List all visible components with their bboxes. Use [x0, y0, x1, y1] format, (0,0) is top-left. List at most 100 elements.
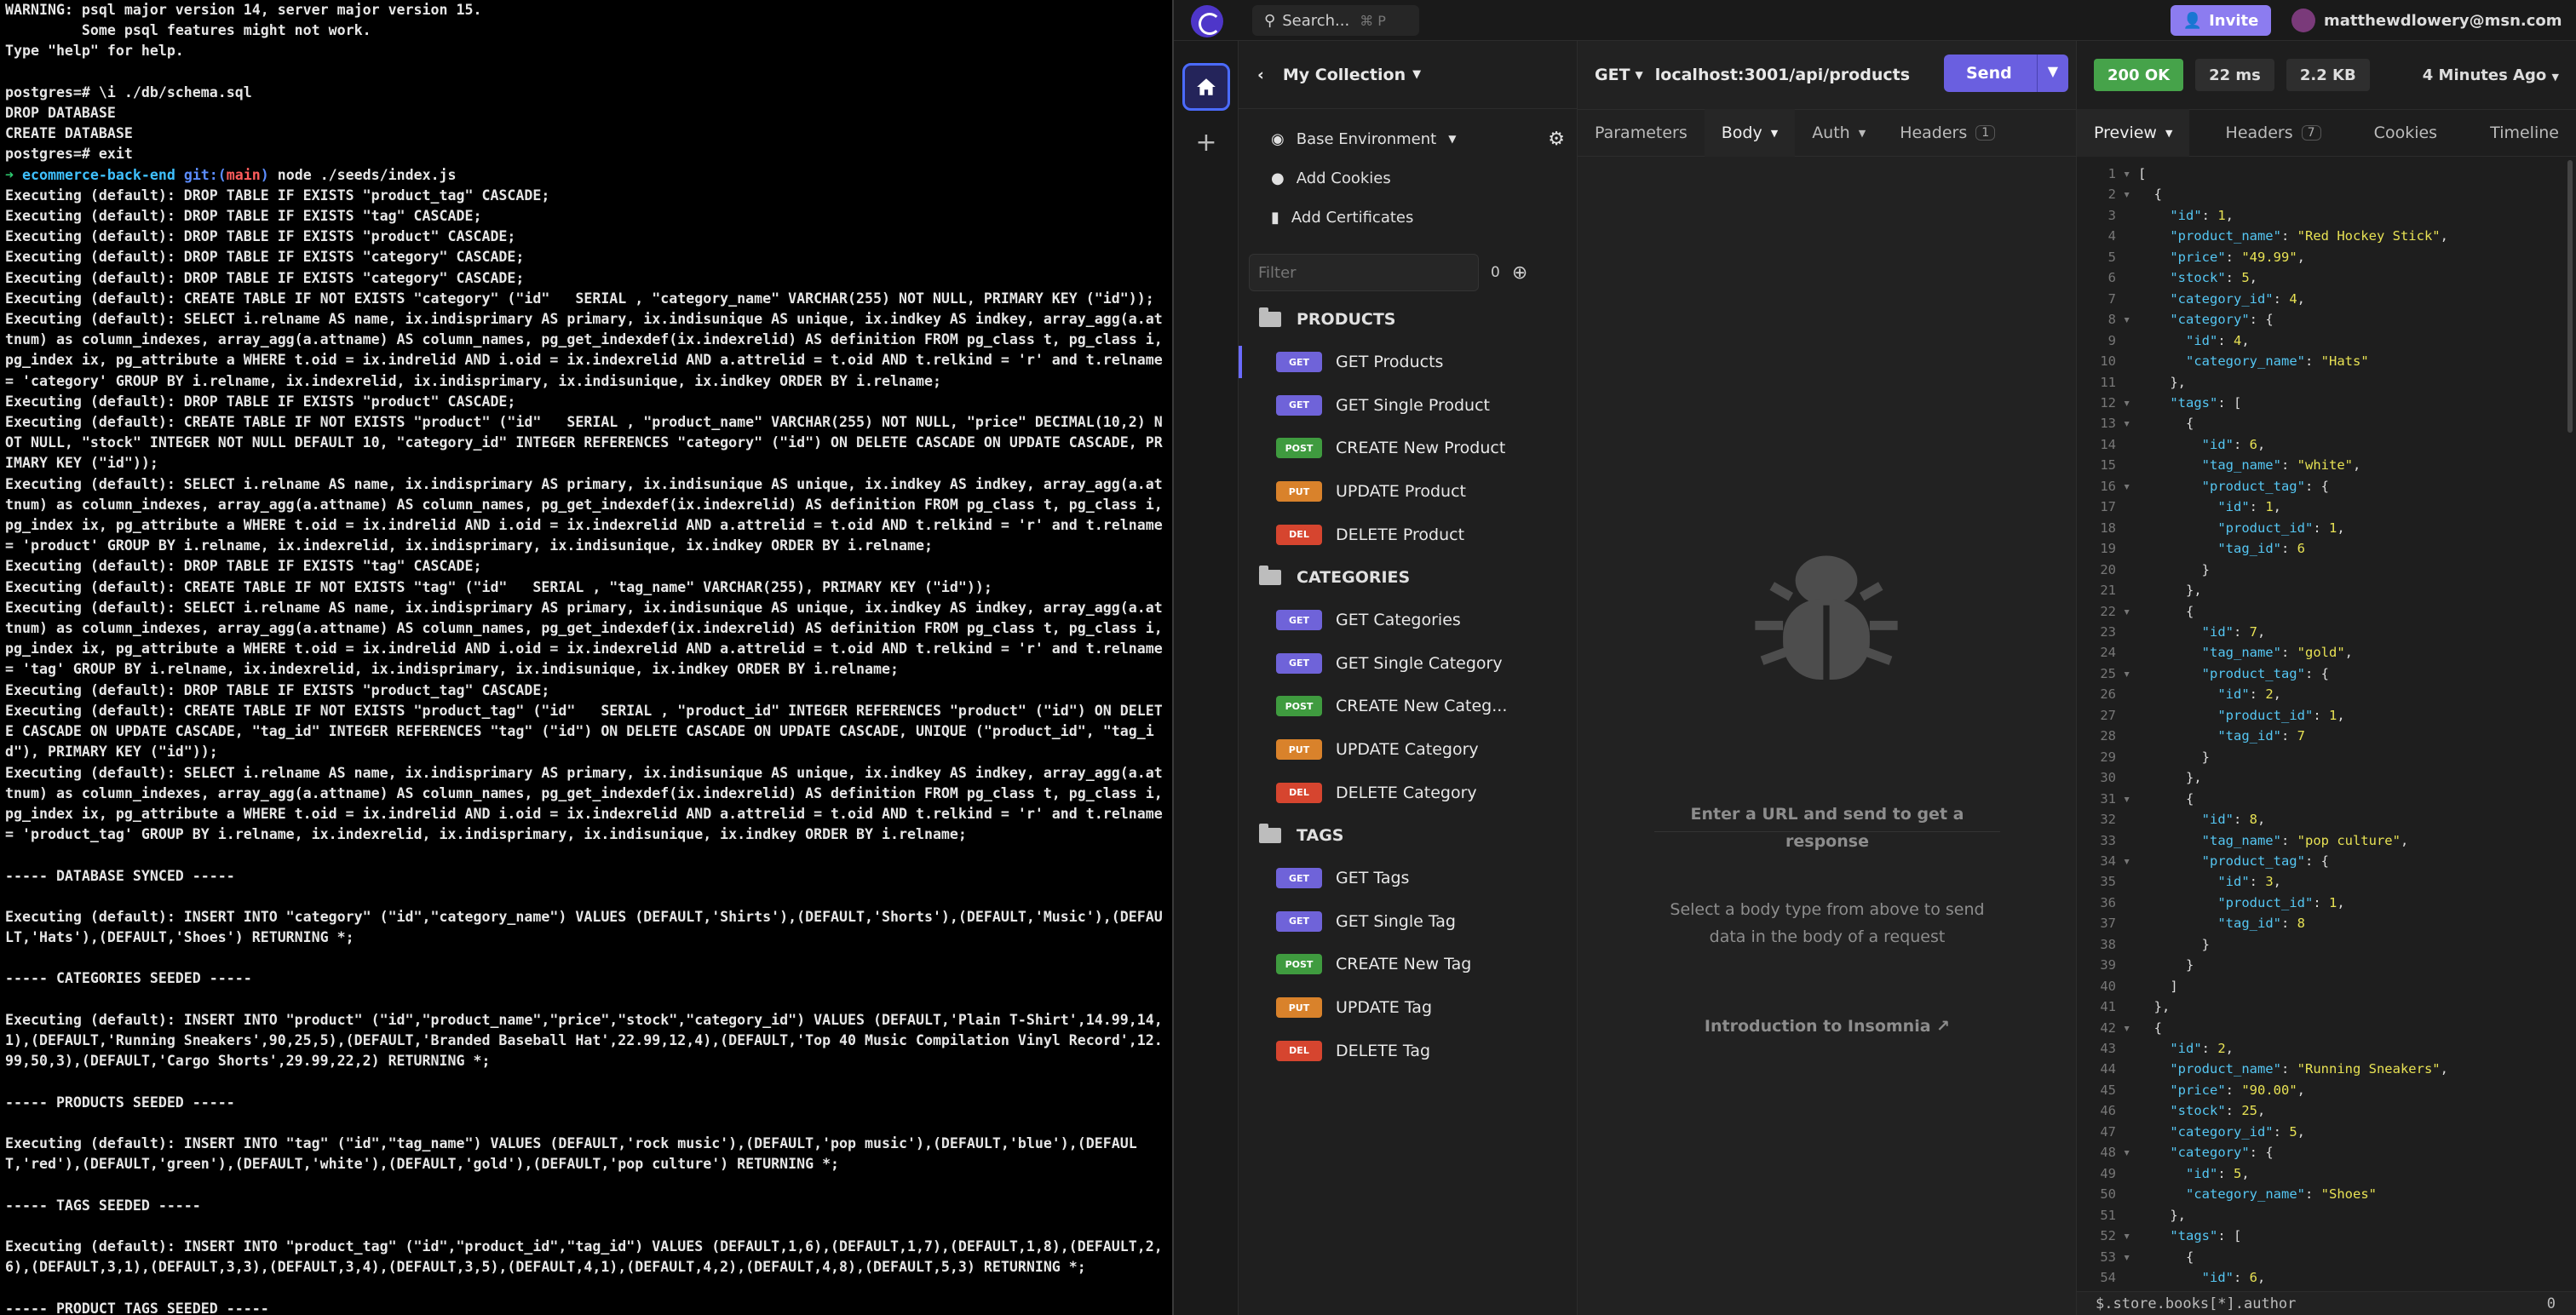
environment-selector[interactable]: ◉ Base Environment ▼ ⚙: [1239, 119, 1577, 158]
line-number: 16: [2100, 478, 2116, 494]
add-cookies-button[interactable]: ● Add Cookies: [1239, 158, 1577, 198]
response-body-viewer[interactable]: 1 ▾[2 ▾ {3 "id": 1, 4 "product_name": "Red …: [2077, 157, 2576, 1315]
code-text: "stock": 25,: [2170, 1103, 2266, 1119]
code-text: "id": 1,: [2217, 499, 2282, 515]
code-text: {: [2138, 603, 2194, 619]
response-age-label: 4 Minutes Ago: [2422, 66, 2547, 84]
tab-parameters[interactable]: Parameters: [1578, 109, 1705, 157]
sidebar-request-item[interactable]: POST CREATE New Categ...: [1239, 685, 1577, 728]
sidebar-request-item[interactable]: POST CREATE New Product: [1239, 427, 1577, 470]
terminal-window[interactable]: WARNING: psql major version 14, server m…: [0, 0, 1172, 1315]
sidebar-request-item[interactable]: PUT UPDATE Tag: [1239, 986, 1577, 1030]
sidebar-request-item[interactable]: DEL DELETE Category: [1239, 771, 1577, 814]
filter-input[interactable]: [1249, 254, 1479, 291]
top-bar: ⚲ Search... ⌘ P 👤 Invite matthewdlowery@…: [1174, 0, 2576, 41]
add-circle-icon[interactable]: ⊕: [1512, 262, 1527, 284]
sidebar-request-item[interactable]: PUT UPDATE Category: [1239, 728, 1577, 772]
fold-chevron-icon[interactable]: ▾: [2123, 663, 2138, 684]
url-input[interactable]: localhost:3001/api/products: [1655, 66, 1910, 84]
request-name: GET Single Category: [1336, 653, 1503, 673]
method-selector[interactable]: GET: [1595, 66, 1630, 84]
code-line: 10 "category_name": "Hats": [2077, 351, 2576, 371]
sidebar-request-item[interactable]: GET GET Categories: [1239, 599, 1577, 642]
collection-header[interactable]: ‹ My Collection ▼: [1239, 41, 1577, 109]
sidebar-request-item[interactable]: GET GET Single Tag: [1239, 900, 1577, 944]
fold-chevron-icon[interactable]: ▾: [2123, 309, 2138, 330]
fold-gutter: [2123, 434, 2138, 455]
code-line: 28 "tag_id": 7: [2077, 726, 2576, 746]
scrollbar[interactable]: [2567, 160, 2573, 433]
home-button[interactable]: [1182, 63, 1230, 111]
code-text: "id": 8,: [2201, 812, 2266, 828]
fold-chevron-icon[interactable]: ▾: [2123, 851, 2138, 871]
fold-chevron-icon[interactable]: ▾: [2123, 1142, 2138, 1163]
code-text: "category_id": 4,: [2170, 290, 2306, 307]
fold-chevron-icon[interactable]: ▾: [2123, 164, 2138, 184]
code-text: "product_id": 1,: [2217, 520, 2345, 536]
code-line: 49 "id": 5,: [2077, 1163, 2576, 1184]
add-certificates-button[interactable]: ▮ Add Certificates: [1239, 198, 1577, 237]
tab-timeline[interactable]: Timeline: [2473, 109, 2576, 157]
fold-chevron-icon[interactable]: ▾: [2123, 601, 2138, 622]
sidebar-request-item[interactable]: DEL DELETE Product: [1239, 513, 1577, 556]
fold-gutter: [2123, 996, 2138, 1017]
gear-icon[interactable]: ⚙: [1548, 129, 1565, 150]
tab-auth[interactable]: Auth ▼: [1795, 109, 1883, 157]
invite-button[interactable]: 👤 Invite: [2171, 5, 2271, 36]
folder-products[interactable]: PRODUCTS: [1239, 298, 1577, 341]
fold-gutter: [2123, 267, 2138, 288]
user-menu[interactable]: matthewdlowery@msn.com: [2291, 5, 2562, 36]
tab-headers[interactable]: Headers 1: [1883, 109, 2012, 157]
fold-gutter: [2123, 809, 2138, 830]
sidebar-request-item[interactable]: GET GET Single Category: [1239, 642, 1577, 686]
sidebar-request-item[interactable]: POST CREATE New Tag: [1239, 943, 1577, 986]
fold-chevron-icon[interactable]: ▾: [2123, 393, 2138, 413]
fold-gutter: [2123, 767, 2138, 788]
chevron-left-icon[interactable]: ‹: [1257, 66, 1264, 84]
folder-tags[interactable]: TAGS: [1239, 814, 1577, 857]
plus-icon[interactable]: +: [1189, 126, 1223, 160]
response-filter-input[interactable]: $.store.books[*].author: [2096, 1295, 2296, 1312]
tab-preview[interactable]: Preview ▼: [2077, 109, 2190, 157]
fold-chevron-icon[interactable]: ▾: [2123, 184, 2138, 204]
chevron-down-icon[interactable]: ▼: [2048, 63, 2058, 79]
fold-chevron-icon[interactable]: ▾: [2123, 1018, 2138, 1038]
send-button[interactable]: Send ▼: [1944, 55, 2068, 92]
terminal-line: Executing (default): INSERT INTO "produc…: [5, 1238, 1163, 1276]
tab-response-headers[interactable]: Headers 7: [2209, 109, 2338, 157]
fold-gutter: [2123, 622, 2138, 642]
method-badge: GET: [1276, 394, 1322, 416]
code-line: 38 }: [2077, 934, 2576, 955]
insomnia-logo-icon[interactable]: [1191, 5, 1223, 37]
method-badge: GET: [1276, 910, 1322, 932]
sidebar-request-item[interactable]: GET GET Tags: [1239, 857, 1577, 900]
fold-chevron-icon[interactable]: ▾: [2123, 476, 2138, 497]
intro-insomnia-link[interactable]: Introduction to Insomnia ↗: [1578, 1017, 2077, 1036]
sidebar-request-item[interactable]: GET GET Single Product: [1239, 384, 1577, 428]
code-line: 20 }: [2077, 560, 2576, 580]
code-text: "id": 2,: [2217, 686, 2282, 703]
fold-chevron-icon[interactable]: ▾: [2123, 1226, 2138, 1246]
code-line: 46 "stock": 25,: [2077, 1100, 2576, 1121]
tab-body[interactable]: Body ▼: [1704, 109, 1796, 157]
code-line: 27 "product_id": 1,: [2077, 705, 2576, 726]
insomnia-app: ⚲ Search... ⌘ P 👤 Invite matthewdlowery@…: [1174, 0, 2576, 1315]
sidebar-request-item[interactable]: PUT UPDATE Product: [1239, 470, 1577, 514]
code-line: 30 },: [2077, 767, 2576, 788]
folder-categories[interactable]: CATEGORIES: [1239, 556, 1577, 599]
collection-sidebar: ‹ My Collection ▼ ◉ Base Environment ▼ ⚙…: [1239, 41, 1578, 1315]
sidebar-request-item[interactable]: GET GET Products: [1239, 341, 1577, 384]
method-badge: GET: [1276, 868, 1322, 889]
search-input[interactable]: ⚲ Search... ⌘ P: [1252, 5, 1419, 36]
fold-chevron-icon[interactable]: ▾: [2123, 1247, 2138, 1267]
fold-chevron-icon[interactable]: ▾: [2123, 413, 2138, 434]
response-age[interactable]: 4 Minutes Ago ▼: [2423, 66, 2576, 84]
response-filter-bar[interactable]: $.store.books[*].author 0: [2077, 1291, 2576, 1315]
fold-chevron-icon[interactable]: ▾: [2123, 789, 2138, 809]
tab-cookies[interactable]: Cookies: [2357, 109, 2454, 157]
sidebar-request-item[interactable]: DEL DELETE Tag: [1239, 1029, 1577, 1072]
code-line: 29 }: [2077, 747, 2576, 767]
code-line: 47 "category_id": 5,: [2077, 1122, 2576, 1142]
